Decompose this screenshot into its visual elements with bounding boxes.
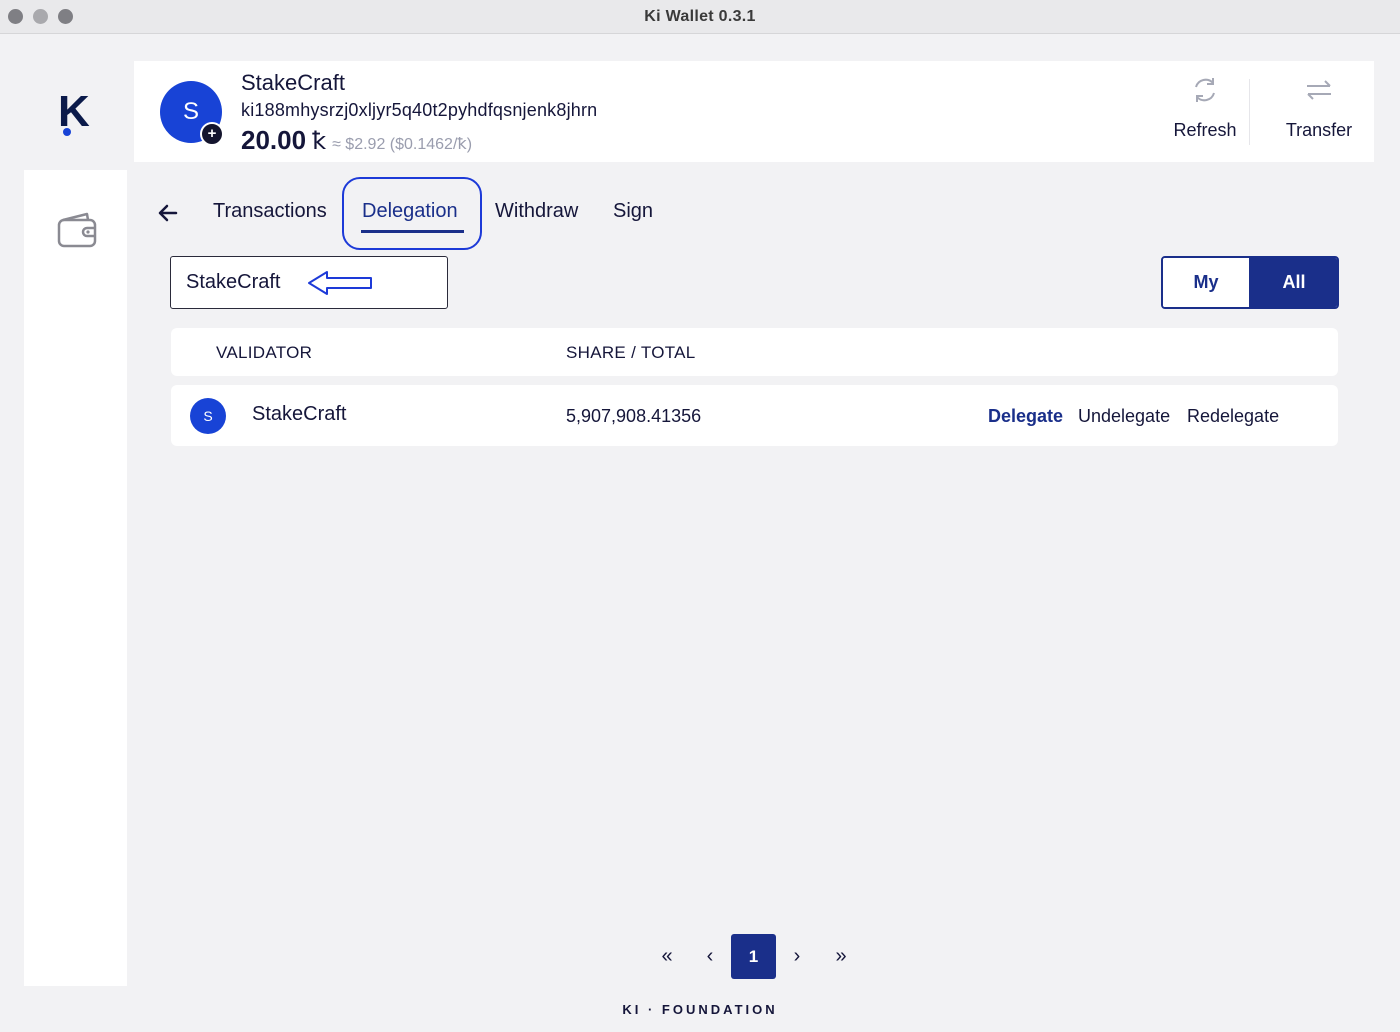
table-header: VALIDATOR SHARE / TOTAL — [171, 328, 1338, 376]
refresh-button[interactable]: Refresh — [1150, 75, 1260, 147]
refresh-label: Refresh — [1173, 120, 1237, 140]
tab-sign[interactable]: Sign — [613, 200, 653, 223]
logo-letter: K — [58, 87, 90, 136]
validator-search — [170, 256, 448, 309]
tab-highlight-annotation — [342, 177, 482, 250]
transfer-button[interactable]: Transfer — [1264, 75, 1374, 147]
first-page-button[interactable]: « — [657, 945, 677, 968]
last-page-button[interactable]: » — [831, 945, 851, 968]
refresh-icon — [1190, 78, 1220, 109]
table-row: S StakeCraft 5,907,908.41356 Delegate Un… — [171, 385, 1338, 446]
delegate-button[interactable]: Delegate — [988, 406, 1063, 427]
account-header: S + StakeCraft ki188mhysrzj0xljyr5q40t2p… — [134, 61, 1374, 162]
validator-filter-toggle: My All — [1161, 256, 1339, 309]
window-title: Ki Wallet 0.3.1 — [644, 8, 756, 25]
validator-avatar: S — [190, 398, 226, 434]
wallet-icon[interactable] — [57, 212, 97, 248]
next-page-button[interactable]: › — [787, 945, 807, 968]
column-header-validator: VALIDATOR — [216, 343, 313, 362]
validator-name: StakeCraft — [252, 403, 347, 425]
tab-transactions[interactable]: Transactions — [213, 200, 327, 223]
tab-withdraw[interactable]: Withdraw — [495, 200, 578, 223]
transfer-icon — [1304, 80, 1334, 109]
balance-row: 20.00 ꝁ ≈ $2.92 ($0.1462/ꝁ) — [241, 125, 472, 156]
sidebar — [24, 170, 127, 986]
account-name: StakeCraft — [241, 70, 345, 95]
undelegate-button[interactable]: Undelegate — [1078, 406, 1170, 427]
column-header-share: SHARE / TOTAL — [566, 343, 696, 362]
header-divider — [1249, 79, 1250, 145]
account-address: ki188mhysrzj0xljyr5q40t2pyhdfqsnjenk8jhr… — [241, 100, 598, 120]
current-page-button[interactable]: 1 — [731, 934, 776, 979]
redelegate-button[interactable]: Redelegate — [1187, 406, 1279, 427]
validator-share: 5,907,908.41356 — [566, 406, 702, 426]
title-bar: Ki Wallet 0.3.1 — [0, 0, 1400, 34]
currency-symbol: ꝁ — [312, 128, 327, 155]
back-arrow-icon[interactable] — [156, 200, 180, 226]
search-input[interactable] — [186, 257, 316, 308]
ki-logo: K — [58, 90, 98, 140]
usd-value: ≈ $2.92 ($0.1462/ꝁ) — [332, 136, 473, 153]
footer-brand: KI · FOUNDATION — [622, 1002, 778, 1017]
prev-page-button[interactable]: ‹ — [700, 945, 720, 968]
logo-dot — [63, 128, 71, 136]
balance-amount: 20.00 — [241, 125, 307, 155]
transfer-label: Transfer — [1285, 120, 1353, 140]
filter-all-button[interactable]: All — [1251, 258, 1337, 307]
arrow-annotation-icon — [307, 269, 375, 297]
filter-my-button[interactable]: My — [1163, 258, 1251, 307]
add-account-badge[interactable]: + — [200, 122, 224, 146]
